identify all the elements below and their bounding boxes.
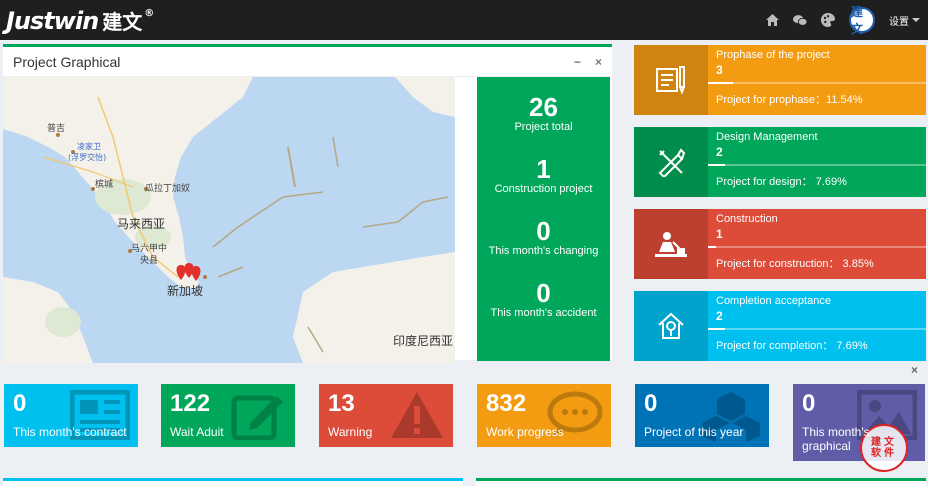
- map-view[interactable]: 普吉 凌家卫 (浮罗交怡) 槟城 瓜拉丁加奴 马来西亚 马六甲中 央县 新加坡 …: [3, 77, 455, 363]
- edit-icon: [231, 390, 287, 445]
- worker-icon: [634, 209, 708, 279]
- stat-project-total: 26 Project total: [477, 93, 610, 134]
- ruler-pencil-icon: [634, 127, 708, 197]
- map-label-indonesia: 印度尼西亚: [393, 334, 454, 348]
- info-box-prophase[interactable]: Prophase of the project 3 Project for pr…: [634, 45, 926, 115]
- map-label-kangkar: 凌家卫: [77, 142, 101, 151]
- small-box-value: 0: [13, 390, 27, 417]
- info-box-title: Prophase of the project: [716, 49, 830, 61]
- small-box-label: Work progress: [486, 425, 564, 439]
- panel-title: Project Graphical: [13, 53, 121, 70]
- panel-header: Project Graphical − ×: [3, 47, 612, 77]
- navbar-actions: 建文 设置: [765, 0, 920, 40]
- close-button[interactable]: ×: [911, 363, 918, 377]
- progress-bar: [708, 328, 926, 330]
- small-box-value: 832: [486, 390, 527, 417]
- small-box-label: This month's contract: [13, 425, 127, 439]
- info-box-value: 1: [716, 227, 723, 241]
- info-box-value: 2: [716, 145, 723, 159]
- progress-fill: [708, 164, 725, 166]
- warning-icon: [389, 390, 445, 445]
- document-pen-icon: [634, 45, 708, 115]
- map-label-malaysia: 马来西亚: [117, 217, 166, 231]
- home-icon[interactable]: [765, 13, 779, 27]
- info-box-desc: Project for construction： 3.85%: [716, 258, 874, 270]
- info-box-value: 3: [716, 63, 723, 77]
- small-box-warning[interactable]: 13 Warning: [319, 384, 453, 447]
- map-label-singapore: 新加坡: [167, 284, 204, 298]
- info-box-desc: Project for completion： 7.69%: [716, 340, 868, 352]
- small-box-value: 0: [644, 390, 658, 417]
- logo-cn-text: 建文: [102, 10, 143, 34]
- stat-value: 0: [536, 216, 551, 246]
- project-graphical-panel: Project Graphical − × 普吉 凌家卫 (浮罗交怡) 槟城 瓜…: [3, 44, 612, 363]
- close-button[interactable]: ×: [595, 55, 602, 69]
- stat-label: Project total: [514, 121, 573, 133]
- info-box-completion[interactable]: Completion acceptance 2 Project for comp…: [634, 291, 926, 361]
- progress-bar: [708, 164, 926, 166]
- progress-fill: [708, 82, 734, 84]
- info-box-title: Construction: [716, 213, 778, 225]
- info-box-title: Design Management: [716, 131, 818, 143]
- logo-text: Justwin: [6, 7, 99, 35]
- panel-tools: − ×: [574, 55, 602, 69]
- stat-label: This month's accident: [490, 307, 597, 319]
- progress-bar: [708, 246, 926, 248]
- stat-label: Construction project: [494, 183, 593, 195]
- map-landmass: [3, 77, 455, 363]
- settings-label: 设置: [889, 16, 909, 28]
- info-box-construction[interactable]: Construction 1 Project for construction：…: [634, 209, 926, 279]
- small-box-label: Warning: [328, 425, 373, 439]
- map-label-malacca2: 央县: [140, 256, 159, 266]
- small-box-month-contract[interactable]: 0 This month's contract: [4, 384, 138, 447]
- small-box-label: This month's graphical: [802, 425, 870, 453]
- stat-value: 1: [536, 154, 551, 184]
- house-check-icon: [634, 291, 708, 361]
- small-box-value: 122: [170, 390, 211, 417]
- stat-label: This month's changing: [488, 245, 599, 257]
- stat-month-accident: 0 This month's accident: [477, 279, 610, 320]
- map-label-penang: 槟城: [95, 180, 114, 190]
- stat-month-changing: 0 This month's changing: [477, 217, 610, 258]
- small-box-work-progress[interactable]: 832 Work progress: [477, 384, 611, 447]
- project-stats-panel: 26 Project total 1 Construction project …: [477, 77, 610, 361]
- info-box-value: 2: [716, 309, 723, 323]
- info-box-design[interactable]: Design Management 2 Project for design： …: [634, 127, 926, 197]
- map-label-putri: 普吉: [47, 124, 66, 134]
- brand-logo[interactable]: Justwin 建文 ®: [6, 6, 154, 35]
- small-box-value: 13: [328, 390, 355, 417]
- chevron-down-icon: [912, 18, 920, 22]
- stat-value: 0: [536, 278, 551, 308]
- small-box-value: 0: [802, 390, 816, 417]
- top-navbar: Justwin 建文 ® 建文 设置: [0, 0, 928, 40]
- palette-icon[interactable]: [821, 13, 835, 27]
- bottom-panel-left: [3, 478, 463, 486]
- settings-menu[interactable]: 设置: [889, 13, 920, 28]
- small-box-wait-audit[interactable]: 122 Wait Aduit: [161, 384, 295, 447]
- bottom-panel-right: [476, 478, 926, 486]
- info-box-desc: Project for design： 7.69%: [716, 176, 847, 188]
- progress-fill: [708, 328, 725, 330]
- stat-value: 26: [529, 92, 558, 122]
- small-box-label: Wait Aduit: [170, 425, 224, 439]
- registered-mark: ®: [144, 8, 154, 19]
- progress-bar: [708, 82, 926, 84]
- small-box-project-this-year[interactable]: 0 Project of this year: [635, 384, 769, 447]
- progress-fill: [708, 246, 717, 248]
- stat-construction-project: 1 Construction project: [477, 155, 610, 196]
- small-box-label: Project of this year: [644, 425, 744, 439]
- user-avatar[interactable]: 建文: [849, 5, 875, 36]
- info-box-title: Completion acceptance: [716, 295, 831, 307]
- minimize-button[interactable]: −: [574, 55, 581, 69]
- wechat-icon[interactable]: [793, 13, 807, 27]
- map-label-kuala-tg: 瓜拉丁加奴: [145, 184, 191, 194]
- info-box-desc: Project for prophase：11.54%: [716, 94, 863, 106]
- map-label-kangkar2: (浮罗交怡): [68, 153, 107, 162]
